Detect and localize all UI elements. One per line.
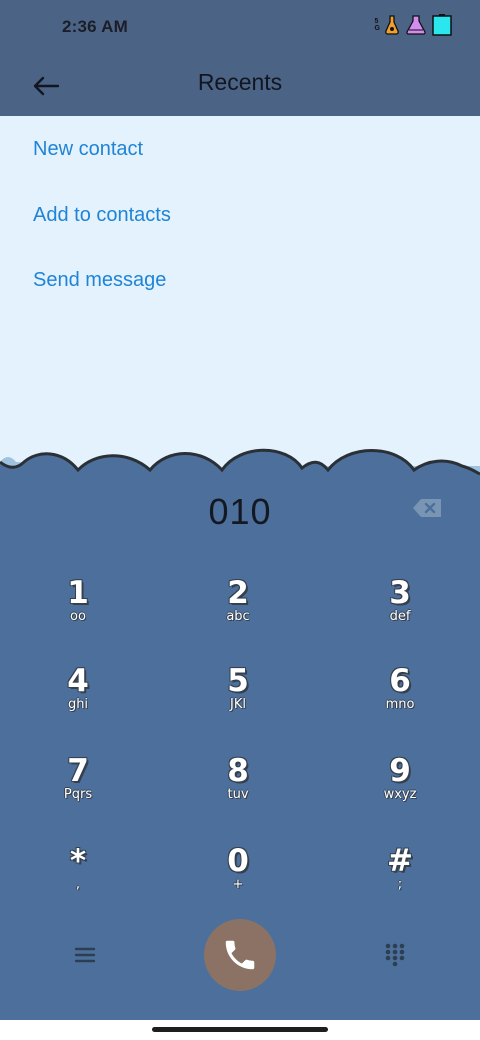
key-digit: 6: [389, 663, 411, 699]
dialpad: 010 1 oo 2 abc 3 def 4 ghi 5 JKl 6 mno 7 Pqrs 8…: [0, 488, 480, 1020]
key-letters: ghi: [67, 697, 89, 712]
key-letters: wxyz: [383, 787, 417, 802]
new-contact-link[interactable]: New contact: [33, 138, 143, 161]
key-5[interactable]: 5 JKl: [178, 664, 298, 744]
key-letters: def: [389, 609, 411, 624]
key-2[interactable]: 2 abc: [178, 576, 298, 656]
key-8[interactable]: 8 tuv: [178, 754, 298, 834]
key-digit: 5: [227, 663, 249, 699]
key-digit: 3: [389, 575, 411, 611]
key-digit: 8: [227, 753, 249, 789]
key-4[interactable]: 4 ghi: [18, 664, 138, 744]
key-digit: 1: [67, 575, 89, 611]
key-letters: tuv: [227, 787, 249, 802]
status-icons: 5G: [375, 14, 452, 36]
key-letters: abc: [226, 609, 250, 624]
backspace-icon[interactable]: [412, 496, 444, 520]
options-panel: New contact Add to contacts Send message: [0, 116, 480, 496]
flask-orange-icon: [385, 15, 399, 35]
send-message-link[interactable]: Send message: [33, 269, 166, 292]
key-9[interactable]: 9 wxyz: [340, 754, 460, 834]
key-digit: #: [387, 843, 413, 879]
key-letters: Pqrs: [63, 787, 93, 802]
add-to-contacts-link[interactable]: Add to contacts: [33, 204, 171, 227]
key-star[interactable]: *,: [18, 844, 138, 924]
key-letters: mno: [385, 697, 415, 712]
key-3[interactable]: 3 def: [340, 576, 460, 656]
key-digit: *: [69, 843, 87, 879]
key-digit: 7: [67, 753, 89, 789]
home-gesture-handle[interactable]: [152, 1027, 328, 1032]
dialed-number: 010: [208, 491, 272, 532]
key-7[interactable]: 7 Pqrs: [18, 754, 138, 834]
key-0[interactable]: 0 +: [178, 844, 298, 924]
status-bar: 2:36 AM 5G: [0, 0, 480, 56]
key-digit: 4: [67, 663, 89, 699]
dialpad-grid-icon[interactable]: [380, 940, 410, 970]
phone-icon: [225, 940, 255, 970]
5g-signal-icon: 5G: [374, 18, 380, 32]
key-letters: ;: [397, 877, 403, 892]
navigation-bar: [0, 1020, 480, 1040]
key-digit: 9: [389, 753, 411, 789]
key-letters: oo: [70, 609, 86, 624]
key-digit: 2: [227, 575, 249, 611]
page-title: Recents: [197, 69, 283, 95]
key-letters: +: [232, 877, 244, 892]
key-hash[interactable]: #;: [340, 844, 460, 924]
key-1[interactable]: 1 oo: [18, 576, 138, 656]
call-button[interactable]: [204, 919, 276, 991]
hamburger-menu-icon[interactable]: [70, 942, 100, 968]
status-time: 2:36 AM: [62, 17, 128, 36]
app-bar: Recents: [0, 56, 480, 116]
key-digit: 0: [227, 843, 249, 879]
flask-purple-icon: [406, 15, 426, 35]
key-letters: ,: [75, 877, 81, 892]
battery-icon: [432, 14, 452, 36]
key-letters: JKl: [230, 697, 246, 712]
key-6[interactable]: 6 mno: [340, 664, 460, 744]
